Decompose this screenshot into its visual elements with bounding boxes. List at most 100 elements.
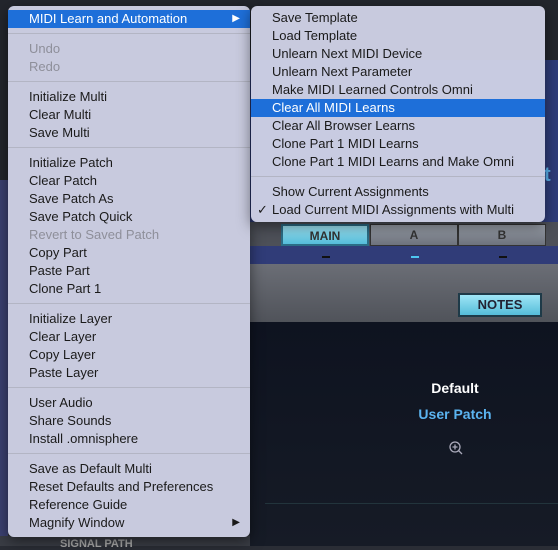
menu-item-copy-part[interactable]: Copy Part	[8, 244, 250, 262]
menu-item-label: Unlearn Next Parameter	[272, 64, 413, 79]
signal-path-label: SIGNAL PATH	[60, 538, 133, 550]
menu-item-clone-part-1-midi-learns-and-make-omni[interactable]: Clone Part 1 MIDI Learns and Make Omni	[251, 153, 545, 171]
tab-a[interactable]: A	[370, 224, 458, 246]
patch-type[interactable]: User Patch	[355, 406, 555, 422]
midi-learn-submenu: Save Template Load Template Unlearn Next M…	[251, 6, 545, 222]
menu-item-revert-to-saved-patch: Revert to Saved Patch	[8, 226, 250, 244]
menu-item-label: Magnify Window	[29, 515, 125, 530]
menu-item-label: Clone Part 1 MIDI Learns	[272, 136, 419, 151]
menu-item-initialize-multi[interactable]: Initialize Multi	[8, 88, 250, 106]
menu-item-save-template[interactable]: Save Template	[251, 9, 545, 27]
menu-item-initialize-patch[interactable]: Initialize Patch	[8, 154, 250, 172]
menu-item-label: Clear All MIDI Learns	[272, 100, 395, 115]
menu-item-label: Save as Default Multi	[29, 461, 152, 476]
menu-item-clone-part-1-midi-learns[interactable]: Clone Part 1 MIDI Learns	[251, 135, 545, 153]
menu-item-user-audio[interactable]: User Audio	[8, 394, 250, 412]
notes-button[interactable]: NOTES	[458, 293, 542, 317]
indicator-main	[322, 256, 330, 258]
menu-separator	[8, 76, 250, 88]
patch-name: Default	[431, 380, 479, 396]
menu-item-label: Install .omnisphere	[29, 431, 139, 446]
menu-item-reference-guide[interactable]: Reference Guide	[8, 496, 250, 514]
menu-item-clone-part-1[interactable]: Clone Part 1	[8, 280, 250, 298]
menu-item-label: Revert to Saved Patch	[29, 227, 160, 242]
menu-item-clear-all-browser-learns[interactable]: Clear All Browser Learns	[251, 117, 545, 135]
menu-item-label: MIDI Learn and Automation	[29, 11, 188, 26]
tab-b[interactable]: B	[458, 224, 546, 246]
menu-separator	[8, 142, 250, 154]
menu-item-label: Make MIDI Learned Controls Omni	[272, 82, 473, 97]
menu-item-label: Copy Layer	[29, 347, 96, 362]
menu-item-show-current-assignments[interactable]: Show Current Assignments	[251, 183, 545, 201]
menu-item-unlearn-next-parameter[interactable]: Unlearn Next Parameter	[251, 63, 545, 81]
menu-item-label: Paste Part	[29, 263, 90, 278]
menu-item-clear-patch[interactable]: Clear Patch	[8, 172, 250, 190]
menu-item-label: Show Current Assignments	[272, 184, 429, 199]
menu-item-clear-multi[interactable]: Clear Multi	[8, 106, 250, 124]
menu-item-magnify-window[interactable]: Magnify Window ▶	[8, 514, 250, 532]
menu-item-save-patch-quick[interactable]: Save Patch Quick	[8, 208, 250, 226]
menu-item-label: Clear All Browser Learns	[272, 118, 416, 133]
menu-item-share-sounds[interactable]: Share Sounds	[8, 412, 250, 430]
menu-item-label: Initialize Patch	[29, 155, 113, 170]
menu-item-clear-all-midi-learns[interactable]: Clear All MIDI Learns	[251, 99, 545, 117]
menu-separator	[8, 382, 250, 394]
title-fragment: t	[544, 164, 551, 186]
submenu-arrow-icon: ▶	[232, 13, 240, 24]
menu-item-label: Clone Part 1	[29, 281, 102, 296]
menu-item-label: Save Patch As	[29, 191, 114, 206]
divider-line	[265, 503, 558, 504]
menu-item-label: Share Sounds	[29, 413, 112, 428]
menu-item-label: Save Multi	[29, 125, 90, 140]
menu-item-label: Save Template	[272, 10, 358, 25]
patch-panel	[250, 322, 558, 546]
menu-item-save-multi[interactable]: Save Multi	[8, 124, 250, 142]
menu-item-load-template[interactable]: Load Template	[251, 27, 545, 45]
indicator-a	[411, 256, 419, 258]
menu-item-initialize-layer[interactable]: Initialize Layer	[8, 310, 250, 328]
menu-item-label: Undo	[29, 41, 61, 56]
menu-item-paste-layer[interactable]: Paste Layer	[8, 364, 250, 382]
menu-item-label: Initialize Layer	[29, 311, 113, 326]
menu-item-midi-learn-and-automation[interactable]: MIDI Learn and Automation ▶	[8, 10, 250, 28]
menu-item-label: Clone Part 1 MIDI Learns and Make Omni	[272, 154, 515, 169]
menu-item-make-midi-learned-controls-omni[interactable]: Make MIDI Learned Controls Omni	[251, 81, 545, 99]
menu-item-label: Clear Patch	[29, 173, 97, 188]
menu-separator	[8, 298, 250, 310]
menu-item-label: User Audio	[29, 395, 93, 410]
indicator-b	[499, 256, 507, 258]
zoom-in-icon[interactable]	[448, 440, 464, 456]
menu-item-label: Initialize Multi	[29, 89, 108, 104]
menu-item-clear-layer[interactable]: Clear Layer	[8, 328, 250, 346]
menu-item-label: Reference Guide	[29, 497, 128, 512]
tab-main[interactable]: MAIN	[281, 224, 369, 246]
submenu-arrow-icon: ▶	[232, 517, 240, 528]
menu-item-copy-layer[interactable]: Copy Layer	[8, 346, 250, 364]
menu-item-load-current-midi-assignments-with-multi[interactable]: Load Current MIDI Assignments with Multi…	[251, 201, 545, 219]
menu-item-label: Load Template	[272, 28, 358, 43]
menu-item-redo: Redo	[8, 58, 250, 76]
menu-item-label: Load Current MIDI Assignments with Multi	[272, 202, 515, 217]
menu-item-label: Paste Layer	[29, 365, 99, 380]
menu-item-label: Clear Layer	[29, 329, 97, 344]
checkmark-icon: ✓	[257, 202, 268, 217]
menu-item-save-patch-as[interactable]: Save Patch As	[8, 190, 250, 208]
menu-item-label: Unlearn Next MIDI Device	[272, 46, 423, 61]
menu-item-label: Copy Part	[29, 245, 87, 260]
left-edge	[0, 180, 8, 546]
menu-item-undo: Undo	[8, 40, 250, 58]
menu-item-label: Clear Multi	[29, 107, 92, 122]
menu-separator	[8, 28, 250, 40]
menu-item-paste-part[interactable]: Paste Part	[8, 262, 250, 280]
menu-item-label: Reset Defaults and Preferences	[29, 479, 214, 494]
menu-item-save-as-default-multi[interactable]: Save as Default Multi	[8, 460, 250, 478]
menu-item-label: Redo	[29, 59, 61, 74]
main-menu: MIDI Learn and Automation ▶ Undo Redo Initia…	[8, 6, 250, 537]
part-indicator-strip	[250, 246, 558, 264]
menu-item-reset-defaults-and-preferences[interactable]: Reset Defaults and Preferences	[8, 478, 250, 496]
menu-item-unlearn-next-midi-device[interactable]: Unlearn Next MIDI Device	[251, 45, 545, 63]
menu-separator	[8, 448, 250, 460]
menu-separator	[251, 171, 545, 183]
menu-item-install-omnisphere[interactable]: Install .omnisphere	[8, 430, 250, 448]
menu-item-label: Save Patch Quick	[29, 209, 133, 224]
